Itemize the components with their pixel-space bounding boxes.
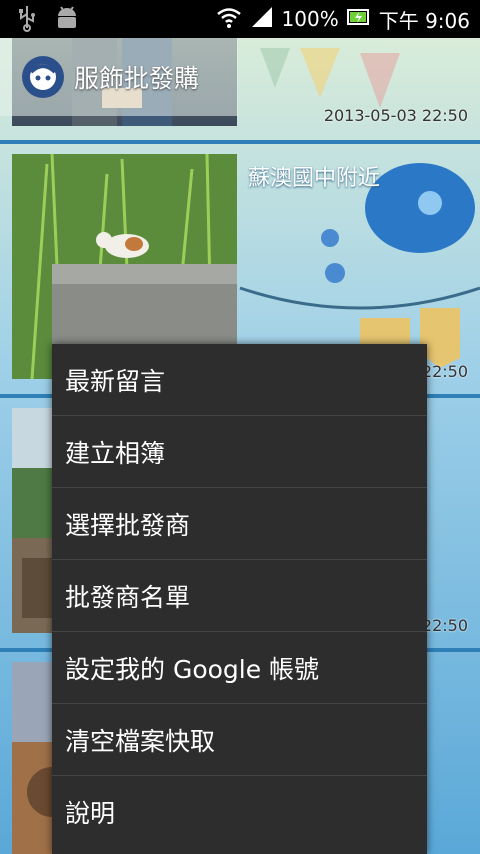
options-menu: 最新留言 建立相簿 選擇批發商 批發商名單 設定我的 Google 帳號 清空檔… (52, 344, 427, 854)
menu-item-wholesaler-list[interactable]: 批發商名單 (52, 560, 427, 632)
app-title: 服飾批發購 (74, 64, 200, 93)
menu-item-select-wholesaler[interactable]: 選擇批發商 (52, 488, 427, 560)
menu-item-help[interactable]: 說明 (52, 776, 427, 848)
battery-charging-icon (346, 7, 371, 32)
usb-icon (14, 4, 40, 36)
album-title: 蘇澳國中附近 (248, 166, 381, 191)
menu-item-clear-cache[interactable]: 清空檔案快取 (52, 704, 427, 776)
album-date: 22:50 (421, 616, 468, 635)
android-debug-icon (54, 4, 80, 36)
album-date: 22:50 (421, 362, 468, 381)
menu-item-google-account[interactable]: 設定我的 Google 帳號 (52, 632, 427, 704)
action-bar: 服飾批發購 (0, 38, 238, 116)
clock: 下午 9:06 (378, 8, 470, 33)
album-date: 2013-05-03 22:50 (323, 106, 468, 125)
app-logo-icon[interactable] (22, 56, 64, 98)
status-bar: 100% 下午 9:06 (0, 0, 480, 38)
signal-icon (250, 5, 274, 34)
menu-item-latest-comments[interactable]: 最新留言 (52, 344, 427, 416)
wifi-icon (216, 5, 242, 34)
menu-item-create-album[interactable]: 建立相簿 (52, 416, 427, 488)
battery-percent: 100% (281, 7, 339, 31)
